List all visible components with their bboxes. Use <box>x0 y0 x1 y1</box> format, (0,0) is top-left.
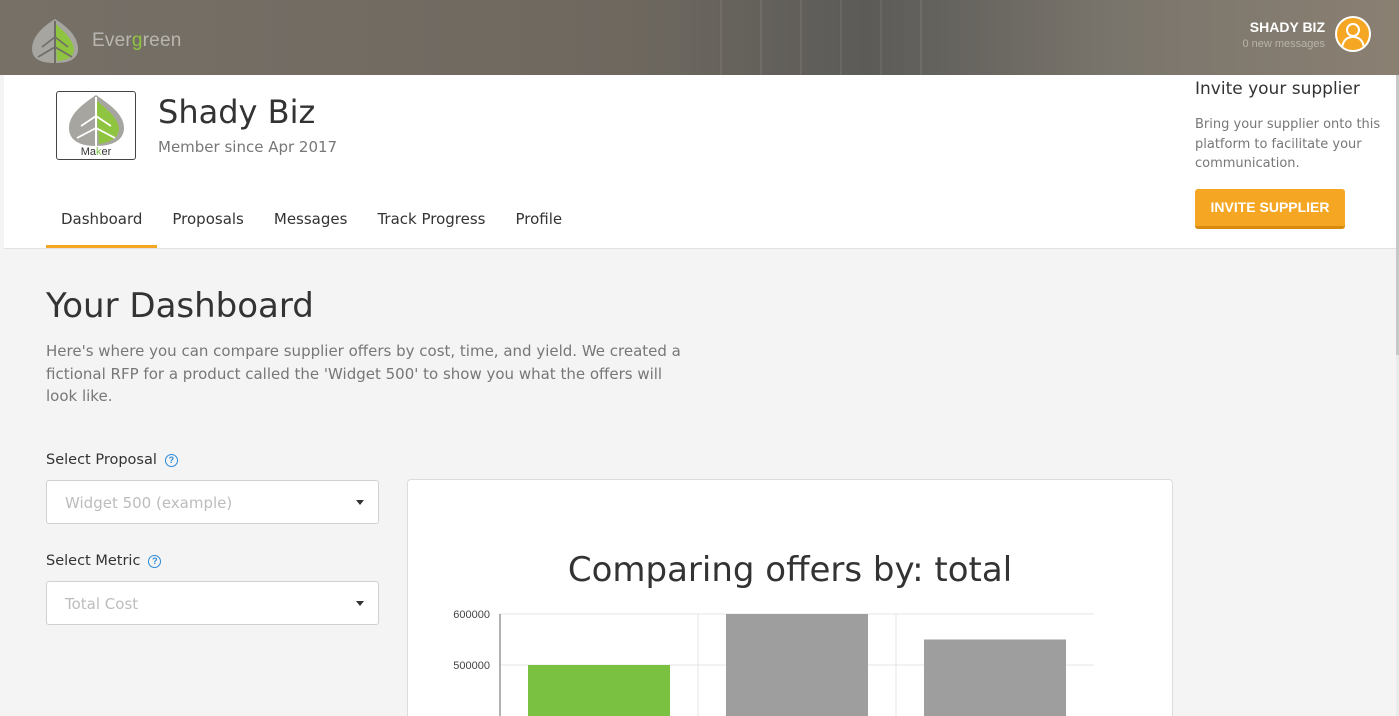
chart-card: Comparing offers by: total 600000 500000 <box>407 479 1173 716</box>
brand[interactable]: Evergreen <box>30 17 181 65</box>
help-icon[interactable]: ? <box>164 453 178 467</box>
tab-profile[interactable]: Profile <box>500 195 577 248</box>
bar <box>726 614 868 716</box>
avatar[interactable] <box>1335 16 1371 52</box>
evergreen-leaf-logo <box>32 19 78 63</box>
bar-chart: 600000 500000 <box>453 609 1094 716</box>
select-proposal-label-text: Select Proposal <box>46 452 157 468</box>
caret-down-icon <box>356 500 364 505</box>
proposal-select[interactable]: Widget 500 (example) <box>46 480 379 524</box>
invite-panel: Invite your supplier Bring your supplier… <box>1195 77 1385 229</box>
member-since: Member since Apr 2017 <box>158 138 338 156</box>
proposal-select-value: Widget 500 (example) <box>65 494 233 512</box>
maker-leaf-logo <box>69 95 124 146</box>
tab-bar: Dashboard Proposals Messages Track Progr… <box>46 195 577 248</box>
company-logo: Maker <box>56 91 136 160</box>
help-icon[interactable]: ? <box>148 554 162 568</box>
bar <box>528 665 670 716</box>
caret-down-icon <box>356 601 364 606</box>
page-title: Your Dashboard <box>46 286 314 326</box>
user-menu[interactable]: SHADY BIZ 0 new messages <box>1242 16 1371 52</box>
invite-text: Bring your supplier onto this platform t… <box>1195 117 1381 171</box>
invite-title: Invite your supplier <box>1195 79 1360 99</box>
select-proposal-label: Select Proposal ? <box>46 452 178 468</box>
invite-supplier-button[interactable]: INVITE SUPPLIER <box>1195 188 1345 229</box>
tab-messages[interactable]: Messages <box>259 195 363 248</box>
metric-select-value: Total Cost <box>65 595 139 613</box>
tab-proposals[interactable]: Proposals <box>157 195 258 248</box>
y-tick-label: 500000 <box>453 660 490 672</box>
bar <box>924 639 1066 716</box>
top-bar: Evergreen SHADY BIZ 0 new messages <box>0 0 1399 75</box>
user-name: SHADY BIZ <box>1249 19 1325 35</box>
company-header: Maker Shady Biz Member since Apr 2017 Da… <box>4 75 1396 249</box>
brand-name: Evergreen <box>92 30 182 51</box>
maker-logo-text: Maker <box>80 146 112 158</box>
user-icon <box>1341 23 1365 49</box>
y-tick-label: 600000 <box>453 609 490 621</box>
select-metric-label-text: Select Metric <box>46 553 141 569</box>
company-name: Shady Biz <box>158 93 316 131</box>
tab-dashboard[interactable]: Dashboard <box>46 195 158 248</box>
messages-count[interactable]: 0 new messages <box>1242 38 1325 50</box>
select-metric-label: Select Metric ? <box>46 553 162 569</box>
tab-track-progress[interactable]: Track Progress <box>362 195 500 248</box>
dashboard-description: Here's where you can compare supplier of… <box>46 342 681 405</box>
metric-select[interactable]: Total Cost <box>46 581 379 625</box>
